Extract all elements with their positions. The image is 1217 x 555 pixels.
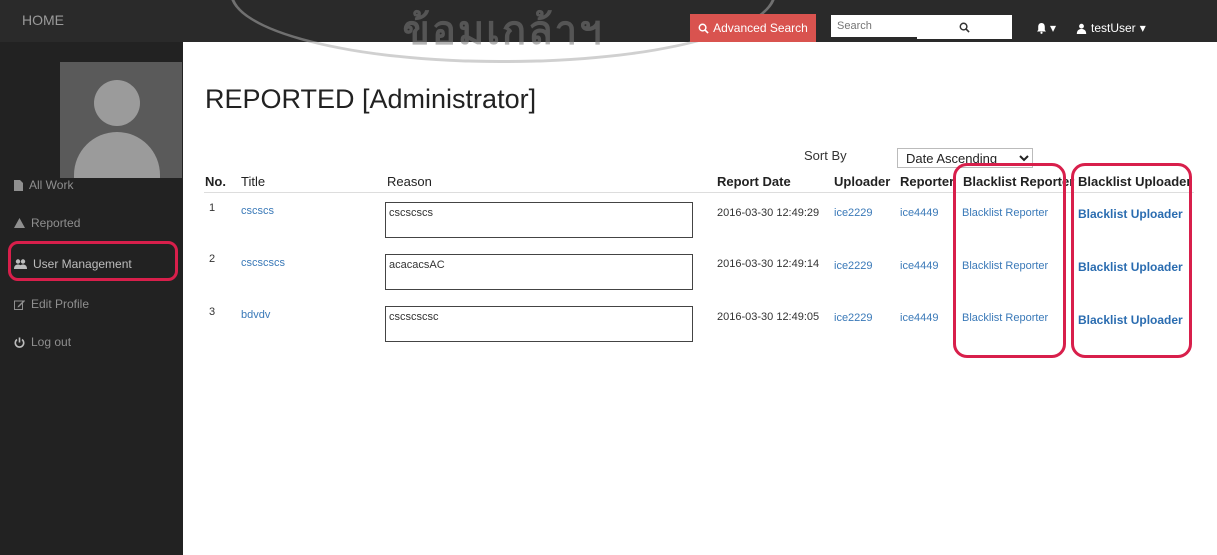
sidebar-item-label: Edit Profile	[31, 297, 90, 311]
report-date: 2016-03-30 12:49:14	[717, 258, 820, 270]
column-header-uploader: Uploader	[834, 174, 891, 189]
avatar	[60, 62, 182, 178]
search-button[interactable]	[917, 15, 1012, 39]
warning-icon	[14, 218, 25, 228]
sidebar-item-label: Reported	[31, 216, 81, 230]
report-date: 2016-03-30 12:49:05	[717, 311, 820, 323]
advanced-search-label: Advanced Search	[713, 21, 808, 35]
sidebar-item-reported[interactable]: Reported	[14, 216, 80, 230]
user-dropdown[interactable]: testUser ▾	[1076, 21, 1146, 35]
reporter-link[interactable]: ice4449	[900, 207, 939, 219]
search-input[interactable]	[831, 15, 929, 37]
reason-field[interactable]: cscscscs	[385, 202, 693, 238]
highlight-user-management	[8, 241, 178, 281]
page-title: REPORTED [Administrator]	[205, 84, 537, 114]
edit-icon	[14, 299, 25, 310]
reason-field[interactable]: acacacsAC	[385, 254, 693, 290]
home-link[interactable]: HOME	[22, 12, 64, 28]
row-number: 2	[209, 253, 216, 265]
reporter-link[interactable]: ice4449	[900, 312, 939, 324]
highlight-blacklist-reporter-column	[953, 163, 1066, 358]
report-date: 2016-03-30 12:49:29	[717, 207, 820, 219]
bell-icon	[1037, 23, 1046, 34]
top-navbar: HOME ข้อมเกล้าฯ Advanced Search ▾ testUs…	[0, 0, 1217, 63]
column-header-no: No.	[205, 174, 226, 189]
column-header-reason: Reason	[387, 174, 432, 189]
sidebar-item-log-out[interactable]: Log out	[14, 335, 71, 349]
uploader-link[interactable]: ice2229	[834, 260, 873, 272]
reason-field[interactable]: cscscscsc	[385, 306, 693, 342]
notifications-dropdown[interactable]: ▾	[1036, 21, 1056, 35]
title-link[interactable]: cscscscs	[241, 257, 285, 269]
chevron-down-icon: ▾	[1139, 21, 1146, 35]
avatar-head-shape	[94, 80, 140, 126]
sort-by-label: Sort By	[804, 148, 847, 163]
title-link[interactable]: bdvdv	[241, 309, 270, 321]
chevron-down-icon: ▾	[1050, 21, 1057, 35]
column-header-title: Title	[241, 174, 266, 189]
uploader-link[interactable]: ice2229	[834, 207, 873, 219]
column-header-reporter: Reporter	[900, 174, 955, 189]
avatar-body-shape	[74, 132, 160, 178]
sidebar-item-label: All Work	[29, 178, 74, 192]
username-label: testUser	[1091, 21, 1136, 35]
sidebar-item-edit-profile[interactable]: Edit Profile	[14, 297, 89, 311]
column-header-report-date: Report Date	[717, 174, 791, 189]
title-link[interactable]: cscscs	[241, 205, 274, 217]
highlight-blacklist-uploader-column	[1071, 163, 1192, 358]
uploader-link[interactable]: ice2229	[834, 312, 873, 324]
row-number: 3	[209, 306, 216, 318]
advanced-search-button[interactable]: Advanced Search	[690, 14, 816, 42]
user-icon	[1076, 23, 1087, 34]
file-icon	[14, 179, 23, 191]
power-icon	[14, 337, 25, 348]
sidebar-item-all-work[interactable]: All Work	[14, 178, 73, 192]
row-number: 1	[209, 202, 216, 214]
sidebar: All Work Reported User Management Edit P…	[0, 42, 183, 555]
search-icon	[698, 23, 709, 34]
sidebar-item-label: Log out	[31, 335, 72, 349]
reporter-link[interactable]: ice4449	[900, 260, 939, 272]
search-icon	[959, 22, 970, 33]
